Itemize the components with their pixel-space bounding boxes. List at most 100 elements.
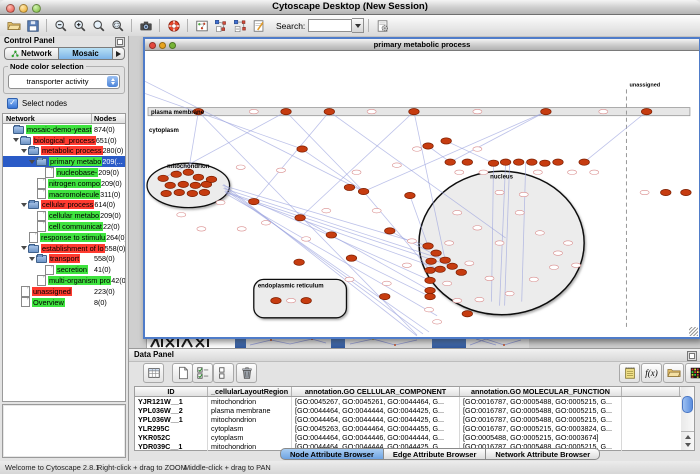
- expand-arrow-icon[interactable]: [29, 257, 35, 261]
- tree-column-network[interactable]: Network: [3, 114, 92, 123]
- graph-node: [344, 184, 354, 190]
- close-button[interactable]: [6, 4, 15, 13]
- scroll-down-icon[interactable]: [685, 443, 691, 447]
- tree-row[interactable]: mosaic-demo-yeast874(0): [3, 124, 125, 135]
- minimize-button[interactable]: [159, 42, 166, 49]
- graph-node: [271, 297, 281, 303]
- scroll-up-icon[interactable]: [685, 435, 691, 439]
- expand-arrow-icon[interactable]: [13, 138, 19, 142]
- function-builder-icon[interactable]: f(x): [641, 363, 662, 383]
- float-panel-icon[interactable]: [115, 37, 125, 47]
- tree-row[interactable]: secretion41(0): [3, 264, 125, 275]
- snapshot-camera-icon[interactable]: [136, 17, 155, 34]
- tree-label: secretion: [56, 265, 88, 274]
- tree-row[interactable]: cell communicat22(0): [3, 221, 125, 232]
- table-row[interactable]: YKR052Ccytoplasm[GO:0044464, GO:0044446,…: [135, 433, 683, 442]
- column-header[interactable]: ID: [135, 387, 208, 396]
- expand-arrow-icon[interactable]: [21, 203, 27, 207]
- birdseye-overview-icon[interactable]: [192, 17, 211, 34]
- expand-arrow-icon[interactable]: [21, 246, 27, 250]
- node-label-oval: [197, 227, 206, 231]
- network-canvas[interactable]: plasma membranecytoplasmmitochondrionnuc…: [145, 51, 699, 337]
- zoom-fit-icon[interactable]: [89, 17, 108, 34]
- float-panel-icon[interactable]: [687, 351, 697, 361]
- tree-row[interactable]: Overview8(0): [3, 297, 125, 308]
- zoom-button[interactable]: [169, 42, 176, 49]
- notes-icon[interactable]: [619, 363, 640, 383]
- help-lifebuoy-icon[interactable]: [164, 17, 183, 34]
- minimize-button[interactable]: [19, 4, 28, 13]
- tree-row[interactable]: cellular process614(0): [3, 200, 125, 211]
- delete-attribute-icon[interactable]: [236, 363, 257, 383]
- tree-row[interactable]: establishment of lo558(0): [3, 243, 125, 254]
- expand-arrow-icon[interactable]: [29, 160, 35, 164]
- tree-label: macromolecule: [48, 190, 100, 199]
- column-header[interactable]: _cellularLayoutRegion: [208, 387, 292, 396]
- tab-mosaic[interactable]: Mosaic: [58, 47, 113, 60]
- network-leaf-icon: [37, 275, 46, 286]
- tree-column-nodes[interactable]: Nodes: [92, 114, 125, 123]
- column-header[interactable]: annotation.GO MOLECULAR_FUNCTION: [460, 387, 622, 396]
- expand-arrow-icon[interactable]: [21, 149, 27, 153]
- tab-network-attribute-browser[interactable]: Network Attribute Browser: [486, 448, 600, 460]
- save-icon[interactable]: [23, 17, 42, 34]
- table-cell: [GO:0045267, GO:0045261, GO:0044464, G..…: [292, 397, 460, 406]
- attribute-table[interactable]: ID_cellularLayoutRegionannotation.GO CEL…: [134, 386, 684, 451]
- more-tabs-arrow[interactable]: [113, 47, 125, 60]
- tree-row[interactable]: metabolic process280(0): [3, 146, 125, 157]
- create-attribute-icon[interactable]: [172, 363, 193, 383]
- tree-row[interactable]: response to stimulu264(0): [3, 232, 125, 243]
- apply-layout-a-icon[interactable]: [211, 17, 230, 34]
- node-label-oval: [535, 231, 544, 235]
- scrollbar-thumb[interactable]: [682, 396, 693, 413]
- network-window-titlebar[interactable]: primary metabolic process: [145, 39, 699, 51]
- matrix-view-icon[interactable]: [685, 363, 700, 383]
- search-input[interactable]: [308, 19, 352, 32]
- apply-layout-b-icon[interactable]: [230, 17, 249, 34]
- zoom-out-icon[interactable]: [51, 17, 70, 34]
- tree-row[interactable]: nitrogen compo209(0): [3, 178, 125, 189]
- zoom-selected-icon[interactable]: [108, 17, 127, 34]
- editor-icon[interactable]: [249, 17, 268, 34]
- network-graph[interactable]: plasma membranecytoplasmmitochondrionnuc…: [145, 51, 699, 337]
- column-header[interactable]: [622, 387, 680, 396]
- tree-row[interactable]: transport558(0): [3, 254, 125, 265]
- tree-row[interactable]: unassigned223(0): [3, 286, 125, 297]
- tree-row[interactable]: macromolecule311(0): [3, 189, 125, 200]
- zoom-button[interactable]: [32, 4, 41, 13]
- table-row[interactable]: YJR121W__1mitochondrion[GO:0045267, GO:0…: [135, 397, 683, 406]
- tree-label: cell communicat: [48, 222, 103, 231]
- tab-node-attribute-browser[interactable]: Node Attribute Browser: [280, 448, 384, 460]
- unselect-all-icon[interactable]: [213, 363, 234, 383]
- network-view-window[interactable]: primary metabolic process plasma membran…: [143, 37, 700, 339]
- table-row[interactable]: YLR295Ccytoplasm[GO:0045263, GO:0044464,…: [135, 424, 683, 433]
- table-row[interactable]: YPL036W__1mitochondrion[GO:0044464, GO:0…: [135, 415, 683, 424]
- table-row[interactable]: YPL036W__2plasma membrane[GO:0044464, GO…: [135, 406, 683, 415]
- tree-row[interactable]: primary metabo209(...: [3, 156, 125, 167]
- search-options-icon[interactable]: [373, 17, 392, 34]
- tab-edge-attribute-browser[interactable]: Edge Attribute Browser: [384, 448, 486, 460]
- table-cell: [622, 415, 679, 424]
- zoom-in-icon[interactable]: [70, 17, 89, 34]
- open-file-icon[interactable]: [4, 17, 23, 34]
- select-nodes-checkbox[interactable]: ✓: [7, 98, 18, 109]
- close-button[interactable]: [149, 42, 156, 49]
- table-scrollbar[interactable]: [681, 386, 695, 451]
- resize-grip[interactable]: [689, 327, 698, 336]
- tree-row[interactable]: biological_process651(0): [3, 135, 125, 146]
- import-attributes-icon[interactable]: [663, 363, 684, 383]
- column-header[interactable]: annotation.GO CELLULAR_COMPONENT: [292, 387, 460, 396]
- combobox-stepper-icon[interactable]: [107, 76, 118, 87]
- tab-network[interactable]: Network: [4, 47, 58, 60]
- node-color-combobox[interactable]: transporter activity: [8, 74, 120, 89]
- tree-row[interactable]: cellular metabo209(0): [3, 210, 125, 221]
- select-all-check-icon[interactable]: [192, 363, 213, 383]
- tree-row[interactable]: multi-organism pro42(0): [3, 275, 125, 286]
- tree-node-count: 614(0): [94, 200, 125, 209]
- tree-label: unassigned: [32, 287, 72, 296]
- select-attributes-icon[interactable]: [143, 363, 164, 383]
- node-label-oval: [453, 298, 462, 302]
- search-dropdown-arrow[interactable]: [352, 18, 364, 33]
- birdseye-view-panel[interactable]: [2, 404, 126, 458]
- tree-row[interactable]: nucleobase-209(0): [3, 167, 125, 178]
